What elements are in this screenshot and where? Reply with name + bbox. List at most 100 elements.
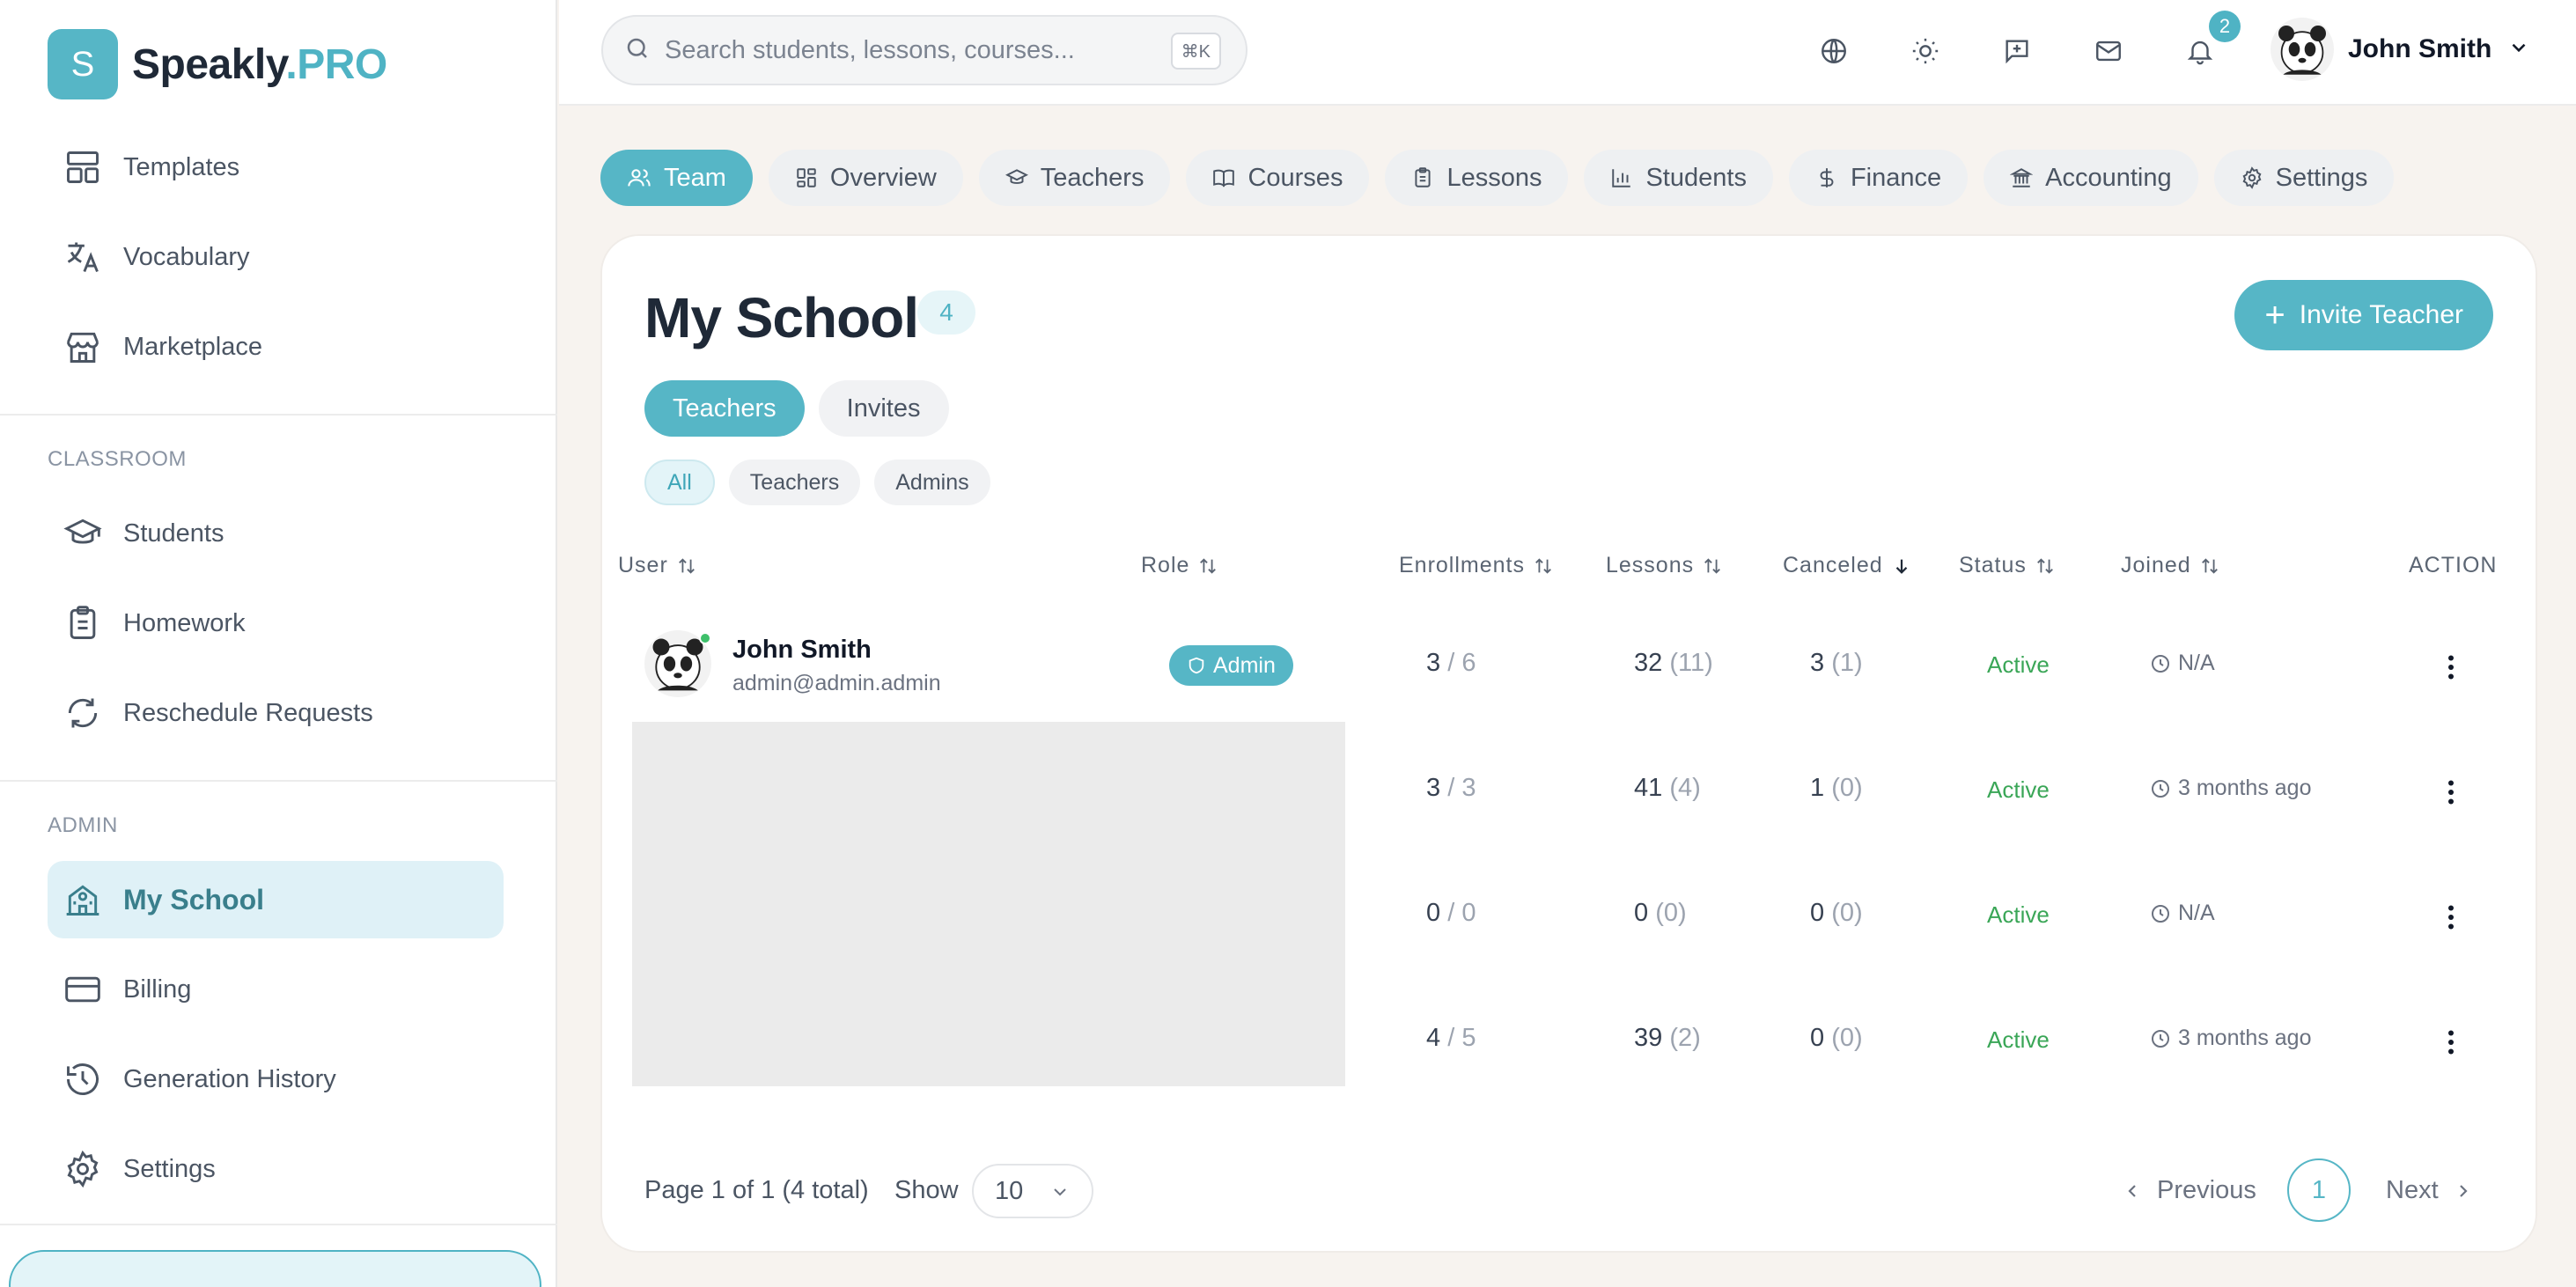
logo-badge: S bbox=[48, 29, 118, 99]
sidebar-item-label: Students bbox=[123, 518, 224, 548]
lessons-cell: 0 (0) bbox=[1634, 899, 1687, 927]
status-badge: Active bbox=[1987, 651, 2050, 678]
column-header-lessons[interactable]: Lessons bbox=[1606, 553, 1722, 578]
search-bar[interactable]: Search students, lessons, courses... ⌘K bbox=[601, 15, 1248, 85]
sidebar-item-reschedule-requests[interactable]: Reschedule Requests bbox=[48, 674, 504, 752]
sidebar-item-marketplace[interactable]: Marketplace bbox=[48, 308, 504, 386]
user-name[interactable]: John Smith bbox=[732, 636, 872, 665]
globe-icon[interactable] bbox=[1814, 32, 1853, 70]
clipboard-icon bbox=[1411, 166, 1434, 189]
lessons-cell: 41 (4) bbox=[1634, 774, 1701, 802]
sort-icon bbox=[677, 556, 696, 576]
graduation-cap-icon bbox=[62, 512, 104, 555]
tab-lessons[interactable]: Lessons bbox=[1385, 150, 1569, 206]
joined-cell: N/A bbox=[2150, 901, 2215, 926]
sidebar-item-label: Marketplace bbox=[123, 332, 262, 361]
sidebar-item-my-school[interactable]: My School bbox=[48, 861, 504, 938]
sidebar-item-label: Billing bbox=[123, 974, 192, 1004]
previous-page-button[interactable]: Previous bbox=[2122, 1176, 2256, 1205]
role-filters: All Teachers Admins bbox=[644, 460, 1005, 505]
filter-admins[interactable]: Admins bbox=[874, 460, 990, 505]
online-status-dot bbox=[699, 632, 711, 644]
column-header-role[interactable]: Role bbox=[1141, 553, 1218, 578]
sun-icon[interactable] bbox=[1906, 32, 1945, 70]
sidebar-bottom-card[interactable] bbox=[9, 1250, 541, 1287]
sidebar-item-homework[interactable]: Homework bbox=[48, 585, 504, 662]
tab-overview[interactable]: Overview bbox=[768, 150, 963, 206]
joined-cell: 3 months ago bbox=[2150, 1026, 2312, 1051]
main-tabs: Team Overview Teachers Courses Lessons S… bbox=[600, 150, 2410, 206]
joined-cell: 3 months ago bbox=[2150, 776, 2312, 801]
role-badge: Admin bbox=[1169, 645, 1293, 686]
next-page-button[interactable]: Next bbox=[2386, 1176, 2474, 1205]
page-size-select[interactable]: 10 bbox=[972, 1164, 1093, 1218]
page-number-current[interactable]: 1 bbox=[2287, 1158, 2351, 1222]
tab-students[interactable]: Students bbox=[1584, 150, 1773, 206]
invite-teacher-button[interactable]: + Invite Teacher bbox=[2234, 280, 2493, 350]
column-header-status[interactable]: Status bbox=[1959, 553, 2055, 578]
column-header-joined[interactable]: Joined bbox=[2121, 553, 2219, 578]
sidebar-item-label: My School bbox=[123, 883, 265, 916]
tab-settings[interactable]: Settings bbox=[2213, 150, 2395, 206]
filter-teachers[interactable]: Teachers bbox=[728, 460, 861, 505]
sort-icon bbox=[1534, 556, 1553, 576]
gear-icon bbox=[62, 1148, 104, 1190]
sort-desc-icon bbox=[1892, 556, 1911, 576]
tab-accounting[interactable]: Accounting bbox=[1984, 150, 2198, 206]
sort-icon bbox=[2035, 556, 2055, 576]
row-actions-button[interactable] bbox=[2433, 900, 2469, 935]
sort-icon bbox=[2200, 556, 2219, 576]
graduation-cap-icon bbox=[1005, 166, 1028, 189]
tab-teachers[interactable]: Teachers bbox=[978, 150, 1171, 206]
sidebar-item-templates[interactable]: Templates bbox=[48, 129, 504, 206]
canceled-cell: 3 (1) bbox=[1810, 649, 1863, 677]
chevron-down-icon bbox=[1049, 1181, 1071, 1202]
tab-courses[interactable]: Courses bbox=[1186, 150, 1370, 206]
feedback-icon[interactable] bbox=[1998, 32, 2036, 70]
enrollments-cell: 4 / 5 bbox=[1426, 1024, 1476, 1052]
sidebar-item-generation-history[interactable]: Generation History bbox=[48, 1041, 504, 1118]
dollar-icon bbox=[1815, 166, 1838, 189]
avatar bbox=[2271, 18, 2334, 81]
row-actions-button[interactable] bbox=[2433, 650, 2469, 685]
subtab-invites[interactable]: Invites bbox=[818, 380, 949, 437]
teacher-count-badge: 4 bbox=[917, 290, 975, 335]
canceled-cell: 1 (0) bbox=[1810, 774, 1863, 802]
column-header-user[interactable]: User bbox=[618, 553, 696, 578]
tab-finance[interactable]: Finance bbox=[1788, 150, 1969, 206]
subtabs: Teachers Invites bbox=[644, 380, 963, 437]
sidebar-item-label: Generation History bbox=[123, 1064, 336, 1093]
chevron-down-icon bbox=[2507, 36, 2530, 63]
store-icon bbox=[62, 326, 104, 368]
clock-icon bbox=[2150, 1028, 2171, 1049]
sidebar-item-students[interactable]: Students bbox=[48, 495, 504, 572]
search-input[interactable]: Search students, lessons, courses... bbox=[665, 36, 1075, 65]
sidebar-item-vocabulary[interactable]: Vocabulary bbox=[48, 218, 504, 296]
mail-icon[interactable] bbox=[2089, 32, 2128, 70]
book-icon bbox=[1212, 166, 1235, 189]
logo-text: Speakly.PRO bbox=[132, 40, 387, 88]
user-menu[interactable]: John Smith bbox=[2271, 18, 2530, 81]
app-logo[interactable]: S Speakly.PRO bbox=[48, 29, 387, 99]
row-actions-button[interactable] bbox=[2433, 1025, 2469, 1060]
bar-chart-icon bbox=[1610, 166, 1633, 189]
chevron-left-icon bbox=[2122, 1180, 2143, 1202]
column-header-enrollments[interactable]: Enrollments bbox=[1399, 553, 1553, 578]
tab-team[interactable]: Team bbox=[600, 150, 753, 206]
lessons-cell: 39 (2) bbox=[1634, 1024, 1701, 1052]
translate-icon bbox=[62, 236, 104, 278]
subtab-teachers[interactable]: Teachers bbox=[644, 380, 805, 437]
row-actions-button[interactable] bbox=[2433, 775, 2469, 810]
bank-icon bbox=[2010, 166, 2034, 189]
page-title: My School bbox=[644, 286, 919, 349]
column-header-canceled[interactable]: Canceled bbox=[1783, 553, 1911, 578]
sidebar-item-settings[interactable]: Settings bbox=[48, 1130, 504, 1208]
section-label-classroom: CLASSROOM bbox=[48, 447, 187, 471]
filter-all[interactable]: All bbox=[644, 460, 715, 505]
clock-icon bbox=[2150, 778, 2171, 799]
sidebar-item-label: Templates bbox=[123, 152, 240, 181]
clipboard-icon bbox=[62, 602, 104, 644]
enrollments-cell: 0 / 0 bbox=[1426, 899, 1476, 927]
search-icon bbox=[624, 35, 651, 66]
sidebar-item-billing[interactable]: Billing bbox=[48, 951, 504, 1028]
